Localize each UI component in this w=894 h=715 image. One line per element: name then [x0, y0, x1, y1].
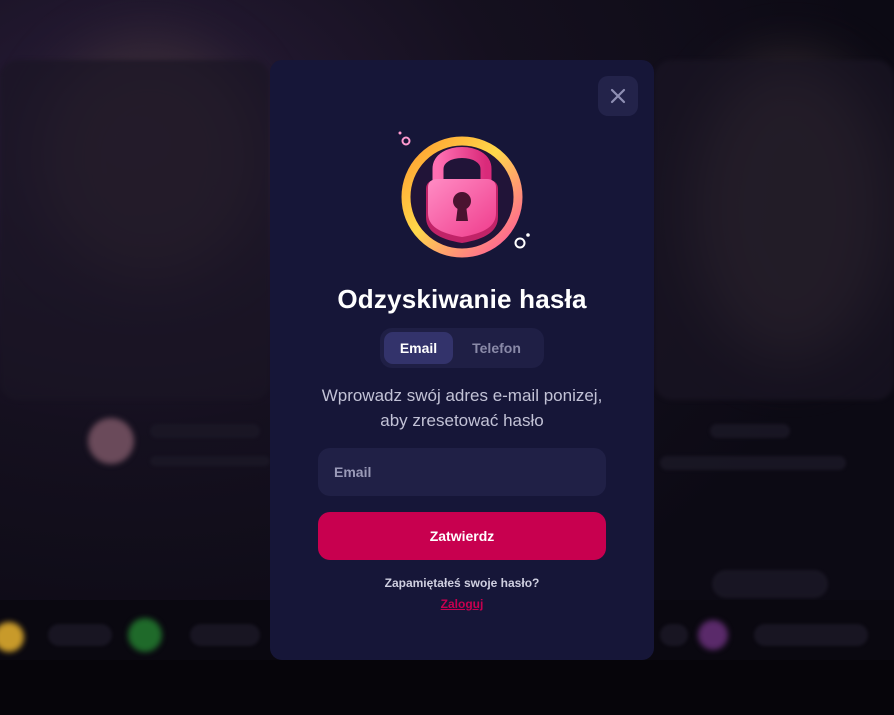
background-card [0, 60, 270, 400]
background-pill [754, 624, 868, 646]
background-avatar [88, 418, 134, 464]
password-recovery-modal: Odzyskiwanie hasła Email Telefon Wprowad… [270, 60, 654, 660]
instructions-text: Wprowadz swój adres e-mail ponizej, aby … [300, 383, 624, 433]
submit-button[interactable]: Zatwierdz [318, 512, 606, 560]
background-dot [128, 618, 162, 652]
background-pill [150, 456, 270, 466]
padlock-icon [398, 131, 530, 258]
instructions-line-1: Wprowadz swój adres e-mail ponizej, [321, 386, 603, 405]
background-pill [660, 624, 688, 646]
background-card [654, 60, 894, 400]
login-link-container: Zaloguj [270, 597, 654, 611]
background-dot [698, 620, 728, 650]
close-button[interactable] [598, 76, 638, 116]
email-input[interactable] [318, 448, 606, 496]
background-pill [150, 424, 260, 438]
instructions-line-2: aby zresetować hasło [380, 411, 544, 430]
remember-password-text: Zapamiętałeś swoje hasło? [384, 576, 540, 590]
tab-email[interactable]: Email [384, 332, 453, 364]
background-pill [190, 624, 260, 646]
close-icon [610, 88, 626, 104]
modal-title: Odzyskiwanie hasła [337, 284, 587, 314]
background-footer [0, 660, 894, 715]
background-pill [710, 424, 790, 438]
recovery-method-tabs: Email Telefon [380, 328, 544, 368]
background-pill [48, 624, 112, 646]
login-link[interactable]: Zaloguj [441, 597, 484, 611]
background-pill [712, 570, 828, 598]
tab-phone[interactable]: Telefon [453, 332, 540, 364]
background-pill [660, 456, 846, 470]
